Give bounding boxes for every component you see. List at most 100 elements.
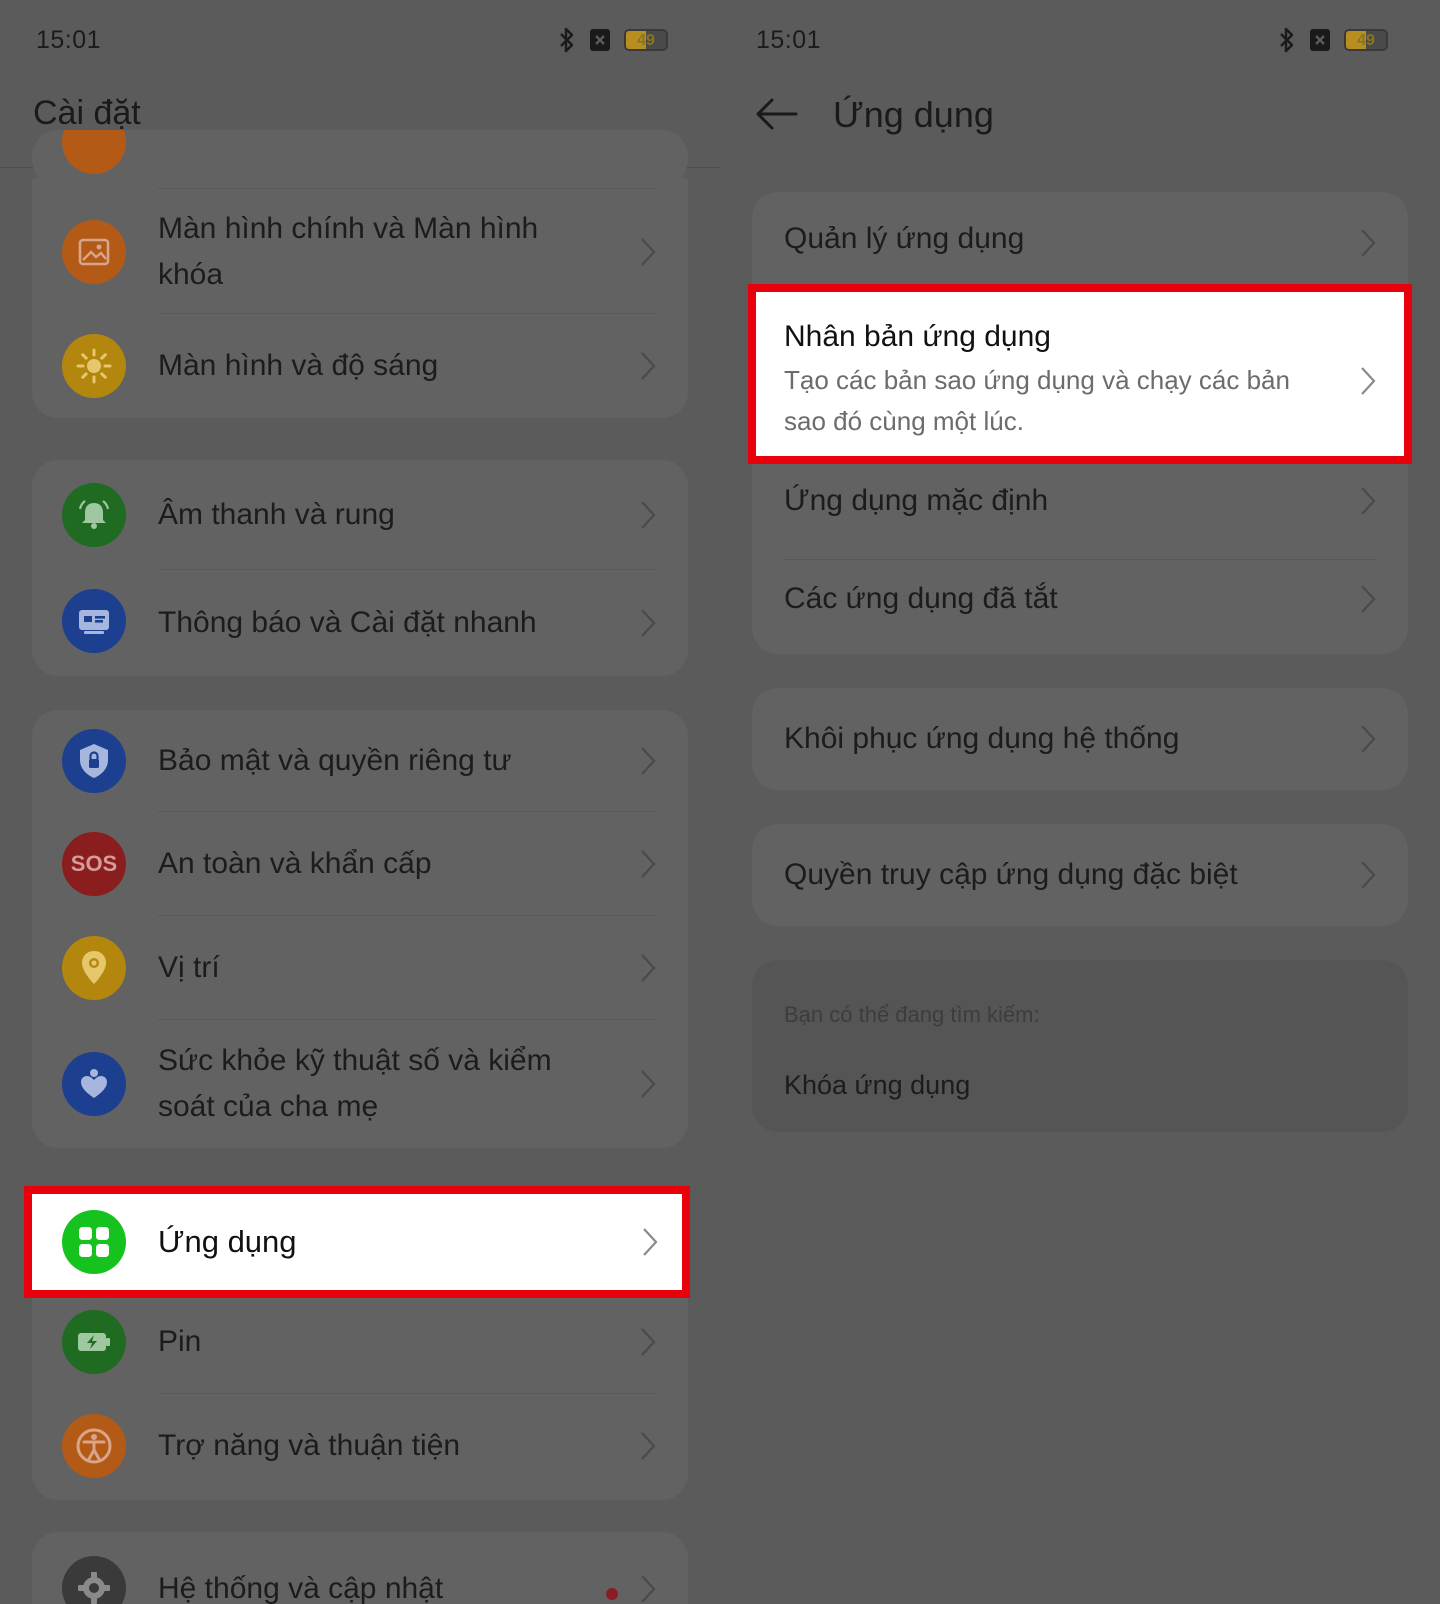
- settings-item-label: Pin: [158, 1325, 202, 1358]
- apps-item-manage[interactable]: Quản lý ứng dụng: [752, 192, 1408, 284]
- apps-item-restore-system[interactable]: Khôi phục ứng dụng hệ thống: [752, 688, 1408, 790]
- settings-item-accessibility[interactable]: Trợ năng và thuận tiện: [32, 1394, 688, 1500]
- chevron-right-icon: [641, 609, 656, 637]
- location-pin-icon: [62, 936, 126, 1000]
- bell-icon: [62, 483, 126, 547]
- settings-item-apps[interactable]: Ứng dụng: [24, 1186, 690, 1298]
- apps-item-description: Tạo các bản sao ứng dụng và chạy các bản…: [784, 365, 1290, 436]
- settings-item-label: An toàn và khẩn cấp: [158, 847, 432, 880]
- page-title: Ứng dụng: [833, 94, 994, 135]
- notification-icon: [62, 589, 126, 653]
- chevron-right-icon: [641, 1575, 656, 1603]
- settings-group-sound: Âm thanh và rung Thông báo và Cài đặt nh…: [32, 460, 688, 676]
- chevron-right-icon: [1361, 725, 1376, 753]
- heart-person-icon: [62, 1052, 126, 1116]
- chevron-right-icon: [641, 850, 656, 878]
- no-sim-icon: [590, 29, 610, 51]
- chevron-right-icon: [1361, 861, 1376, 889]
- apps-item-special-access[interactable]: Quyền truy cập ứng dụng đặc biệt: [752, 824, 1408, 926]
- chevron-right-icon: [641, 352, 656, 380]
- chevron-right-icon: [643, 1228, 658, 1256]
- settings-item-security-privacy[interactable]: Bảo mật và quyền riêng tư: [32, 710, 688, 812]
- chevron-right-icon: [641, 1432, 656, 1460]
- apps-group-special: Quyền truy cập ứng dụng đặc biệt: [752, 824, 1408, 926]
- apps-grid-icon: [62, 1210, 126, 1274]
- sos-icon: SOS: [62, 832, 126, 896]
- search-suggestion-app-lock[interactable]: Khóa ứng dụng: [784, 1070, 970, 1101]
- chevron-right-icon: [1361, 229, 1376, 257]
- chevron-right-icon: [641, 1328, 656, 1356]
- settings-item-sound-vibration[interactable]: Âm thanh và rung: [32, 460, 688, 570]
- settings-item-label: Ứng dụng: [158, 1224, 297, 1259]
- status-time: 15:01: [756, 26, 822, 54]
- divider: [158, 188, 656, 189]
- chevron-right-icon: [1361, 367, 1376, 395]
- gear-icon: [62, 1556, 126, 1604]
- sos-icon-text: SOS: [70, 851, 118, 876]
- apps-item-label: Quyền truy cập ứng dụng đặc biệt: [784, 858, 1238, 891]
- page-title: Cài đặt: [33, 94, 141, 132]
- chevron-right-icon: [641, 954, 656, 982]
- apps-item-label: Quản lý ứng dụng: [784, 222, 1025, 255]
- apps-item-clone[interactable]: Nhân bản ứng dụng Tạo các bản sao ứng dụ…: [748, 284, 1412, 464]
- apps-item-default[interactable]: Ứng dụng mặc định: [752, 464, 1408, 560]
- chevron-right-icon: [1361, 585, 1376, 613]
- settings-item-label: Thông báo và Cài đặt nhanh: [158, 606, 537, 639]
- status-time: 15:01: [36, 26, 102, 54]
- apps-item-label: Các ứng dụng đã tắt: [784, 582, 1058, 615]
- apps-item-label: Nhân bản ứng dụng: [784, 320, 1051, 353]
- apps-panel: 15:01 49 Ứng dụng Quản lý ứng dụng Ứng d…: [720, 0, 1440, 1604]
- apps-item-label: Ứng dụng mặc định: [784, 484, 1049, 517]
- apps-group-restore: Khôi phục ứng dụng hệ thống: [752, 688, 1408, 790]
- settings-item-display-brightness[interactable]: Màn hình và độ sáng: [32, 314, 688, 418]
- search-suggestions-hint: Bạn có thể đang tìm kiếm:: [784, 1002, 1040, 1027]
- settings-item-label: Hệ thống và cập nhật: [158, 1572, 444, 1604]
- status-icons: 49: [1278, 26, 1388, 54]
- accessibility-icon: [62, 1414, 126, 1478]
- chevron-right-icon: [1361, 487, 1376, 515]
- settings-item-label: Âm thanh và rung: [158, 498, 395, 531]
- partial-icon: [62, 130, 126, 174]
- apps-item-clone-text: Nhân bản ứng dụng Tạo các bản sao ứng dụ…: [784, 320, 1324, 442]
- settings-item-location[interactable]: Vị trí: [32, 916, 688, 1020]
- settings-item-safety-emergency[interactable]: SOS An toàn và khẩn cấp: [32, 812, 688, 916]
- battery-icon: [62, 1310, 126, 1374]
- settings-group-display: Màn hình chính và Màn hình khóa Màn hình…: [32, 178, 688, 418]
- battery-icon: 49: [1344, 29, 1388, 51]
- battery-icon: 49: [624, 29, 668, 51]
- status-icons: 49: [558, 26, 668, 54]
- settings-item-digital-wellbeing[interactable]: Sức khỏe kỹ thuật số và kiểm soát của ch…: [32, 1020, 688, 1148]
- settings-item-system-update[interactable]: Hệ thống và cập nhật: [32, 1532, 688, 1604]
- bluetooth-icon: [1280, 27, 1294, 53]
- back-arrow-icon[interactable]: [754, 96, 798, 132]
- settings-group-system: Hệ thống và cập nhật: [32, 1532, 688, 1604]
- status-bar: 15:01 49: [720, 0, 1440, 80]
- settings-item-label: Sức khỏe kỹ thuật số và kiểm soát của ch…: [158, 1044, 552, 1123]
- apps-item-disabled[interactable]: Các ứng dụng đã tắt: [752, 560, 1408, 654]
- wallpaper-icon: [62, 220, 126, 284]
- battery-level: 49: [1357, 32, 1375, 49]
- settings-item-notifications[interactable]: Thông báo và Cài đặt nhanh: [32, 570, 688, 676]
- chevron-right-icon: [641, 747, 656, 775]
- settings-item-label: Màn hình và độ sáng: [158, 349, 439, 382]
- bluetooth-icon: [560, 27, 574, 53]
- chevron-right-icon: [641, 238, 656, 266]
- apps-item-label: Khôi phục ứng dụng hệ thống: [784, 722, 1180, 755]
- settings-item-label: Bảo mật và quyền riêng tư: [158, 744, 512, 777]
- settings-item-label: Màn hình chính và Màn hình khóa: [158, 212, 539, 291]
- battery-level: 49: [637, 32, 655, 49]
- sun-icon: [62, 334, 126, 398]
- shield-lock-icon: [62, 729, 126, 793]
- search-suggestions-card: Bạn có thể đang tìm kiếm: Khóa ứng dụng: [752, 960, 1408, 1132]
- no-sim-icon: [1310, 29, 1330, 51]
- chevron-right-icon: [641, 1070, 656, 1098]
- settings-item-home-lock-screen[interactable]: Màn hình chính và Màn hình khóa: [32, 190, 688, 314]
- chevron-right-icon: [641, 501, 656, 529]
- settings-item-label: Trợ năng và thuận tiện: [158, 1429, 461, 1462]
- settings-panel: 15:01 49 Cài đặt Màn hình chính và Màn h…: [0, 0, 720, 1604]
- settings-item-battery[interactable]: Pin: [32, 1290, 688, 1394]
- status-bar: 15:01 49: [0, 0, 720, 80]
- update-badge-dot: [606, 1588, 618, 1600]
- settings-group-security: Bảo mật và quyền riêng tư SOS An toàn và…: [32, 710, 688, 1148]
- settings-item-label: Vị trí: [158, 951, 220, 984]
